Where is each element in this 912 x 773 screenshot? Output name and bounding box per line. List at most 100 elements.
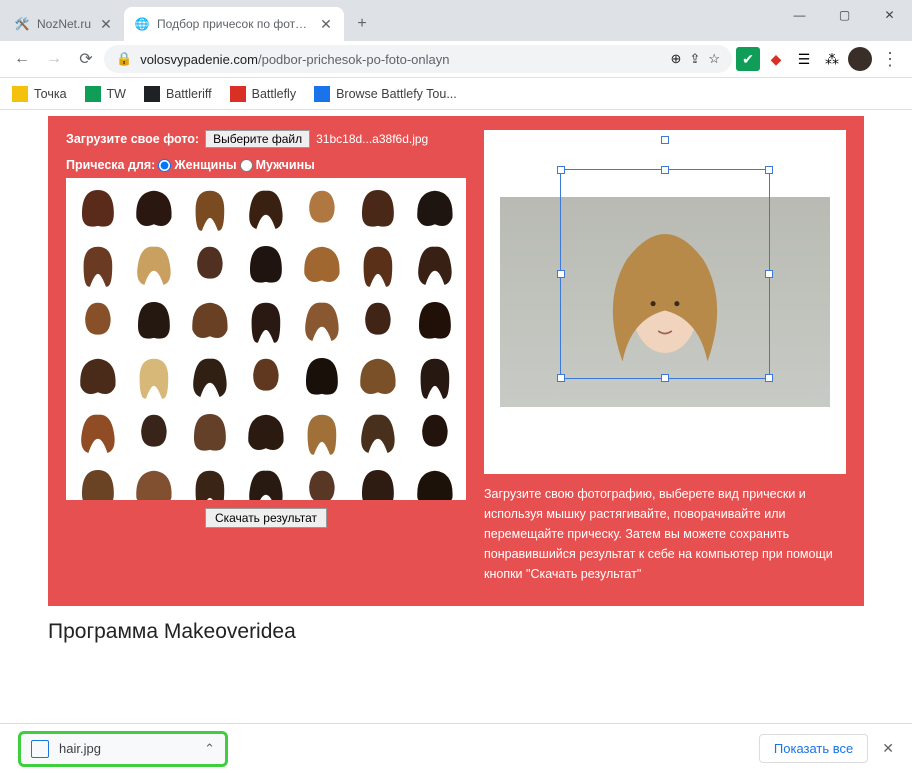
reload-button[interactable]: ⟳ [72,45,100,73]
hairstyle-thumb[interactable] [352,464,405,500]
back-button[interactable]: ← [8,45,36,73]
bookmark-item[interactable]: Точка [12,86,67,102]
hairstyle-thumb[interactable] [239,351,292,404]
resize-handle-e[interactable] [765,270,773,278]
bookmark-item[interactable]: Battleriff [144,86,212,102]
hairstyle-thumb[interactable] [296,408,349,461]
hairstyle-thumb[interactable] [239,408,292,461]
bookmark-item[interactable]: Browse Battlefy Tou... [314,86,457,102]
show-all-downloads-button[interactable]: Показать все [759,734,868,763]
preview-canvas[interactable] [484,130,846,474]
hairstyle-thumb[interactable] [71,464,124,500]
hairstyle-thumb[interactable] [239,295,292,348]
close-downloads-bar-button[interactable]: ✕ [882,740,894,757]
hairstyle-thumb[interactable] [408,408,461,461]
hairstyle-thumb[interactable] [127,351,180,404]
bookmark-item[interactable]: Battlefly [230,86,296,102]
hairstyle-thumb[interactable] [408,351,461,404]
chevron-up-icon[interactable]: ⌃ [204,741,215,757]
hairstyle-thumb[interactable] [352,239,405,292]
hairstyle-thumb[interactable] [71,408,124,461]
download-chip[interactable]: hair.jpg ⌃ [18,731,228,767]
hairstyle-thumb[interactable] [352,183,405,236]
resize-handle-sw[interactable] [557,374,565,382]
minimize-button[interactable]: — [777,0,822,30]
transform-selection[interactable] [560,169,770,379]
resize-handle-nw[interactable] [557,166,565,174]
hairstyle-thumb[interactable] [71,295,124,348]
kebab-menu-icon[interactable]: ⋮ [876,45,904,73]
hairstyle-thumb[interactable] [352,351,405,404]
resize-handle-se[interactable] [765,374,773,382]
hairstyle-thumb[interactable] [408,464,461,500]
profile-avatar[interactable] [848,47,872,71]
tab-title: NozNet.ru [37,17,91,31]
hairstyle-thumb[interactable] [296,464,349,500]
left-column: Загрузите свое фото: Выберите файл 31bc1… [66,130,466,584]
hairstyle-thumb[interactable] [296,183,349,236]
hairstyle-thumb[interactable] [183,351,236,404]
section-heading: Программа Makeoveridea [48,620,864,644]
forward-button[interactable]: → [40,45,68,73]
browser-tab-strip: 🛠️ NozNet.ru ✕ 🌐 Подбор причесок по фото… [0,0,912,41]
downloads-bar: hair.jpg ⌃ Показать все ✕ [0,723,912,773]
url-text: volosvypadenie.com/podbor-prichesok-po-f… [140,52,662,67]
maximize-button[interactable]: ▢ [822,0,867,30]
hairstyle-thumb[interactable] [352,408,405,461]
hairstyle-thumb[interactable] [352,295,405,348]
hairstyle-thumb[interactable] [239,464,292,500]
download-result-button[interactable]: Скачать результат [205,508,327,528]
bookmark-item[interactable]: TW [85,86,126,102]
hairstyle-thumb[interactable] [296,239,349,292]
address-bar[interactable]: 🔒 volosvypadenie.com/podbor-prichesok-po… [104,45,732,73]
shield-extension-icon[interactable]: ◆ [764,47,788,71]
hairstyle-grid-scroll[interactable] [66,178,466,500]
chosen-file-name: 31bc18d...a38f6d.jpg [316,132,428,146]
hairstyle-thumb[interactable] [183,295,236,348]
hairstyle-thumb[interactable] [127,408,180,461]
search-icon[interactable]: ⊕ [671,51,682,67]
rotate-handle[interactable] [661,136,669,144]
browser-tab-active[interactable]: 🌐 Подбор причесок по фото онла ✕ [124,7,344,41]
hairstyle-thumb[interactable] [183,239,236,292]
puzzle-extension-icon[interactable]: ⁂ [820,47,844,71]
upload-label: Загрузите свое фото: [66,132,199,146]
close-icon[interactable]: ✕ [318,16,334,32]
hairstyle-thumb[interactable] [127,295,180,348]
star-icon[interactable]: ☆ [708,51,720,67]
uploaded-photo [500,197,830,407]
hairstyle-thumb[interactable] [127,239,180,292]
upload-row: Загрузите свое фото: Выберите файл 31bc1… [66,130,466,148]
hairstyle-thumb[interactable] [71,351,124,404]
gender-radio-men[interactable] [240,159,253,172]
hairstyle-thumb[interactable] [183,183,236,236]
hairstyle-thumb[interactable] [183,464,236,500]
hairstyle-thumb[interactable] [296,351,349,404]
resize-handle-s[interactable] [661,374,669,382]
gender-radio-women[interactable] [158,159,171,172]
resize-handle-ne[interactable] [765,166,773,174]
hairstyle-thumb[interactable] [408,239,461,292]
hairstyle-thumb[interactable] [239,239,292,292]
hairstyle-app-panel: Загрузите свое фото: Выберите файл 31bc1… [48,116,864,606]
hairstyle-thumb[interactable] [296,295,349,348]
close-icon[interactable]: ✕ [98,16,114,32]
close-window-button[interactable]: ✕ [867,0,912,30]
hairstyle-thumb[interactable] [127,464,180,500]
image-file-icon [31,740,49,758]
hairstyle-thumb[interactable] [408,183,461,236]
resize-handle-n[interactable] [661,166,669,174]
hairstyle-thumb[interactable] [239,183,292,236]
resize-handle-w[interactable] [557,270,565,278]
share-icon[interactable]: ⇪ [689,51,700,67]
hairstyle-thumb[interactable] [408,295,461,348]
browser-tab-inactive[interactable]: 🛠️ NozNet.ru ✕ [4,7,124,41]
new-tab-button[interactable]: + [348,10,376,38]
choose-file-button[interactable]: Выберите файл [205,130,310,148]
hairstyle-thumb[interactable] [183,408,236,461]
hairstyle-thumb[interactable] [127,183,180,236]
checkmark-extension-icon[interactable]: ✔ [736,47,760,71]
reader-extension-icon[interactable]: ☰ [792,47,816,71]
hairstyle-thumb[interactable] [71,183,124,236]
hairstyle-thumb[interactable] [71,239,124,292]
